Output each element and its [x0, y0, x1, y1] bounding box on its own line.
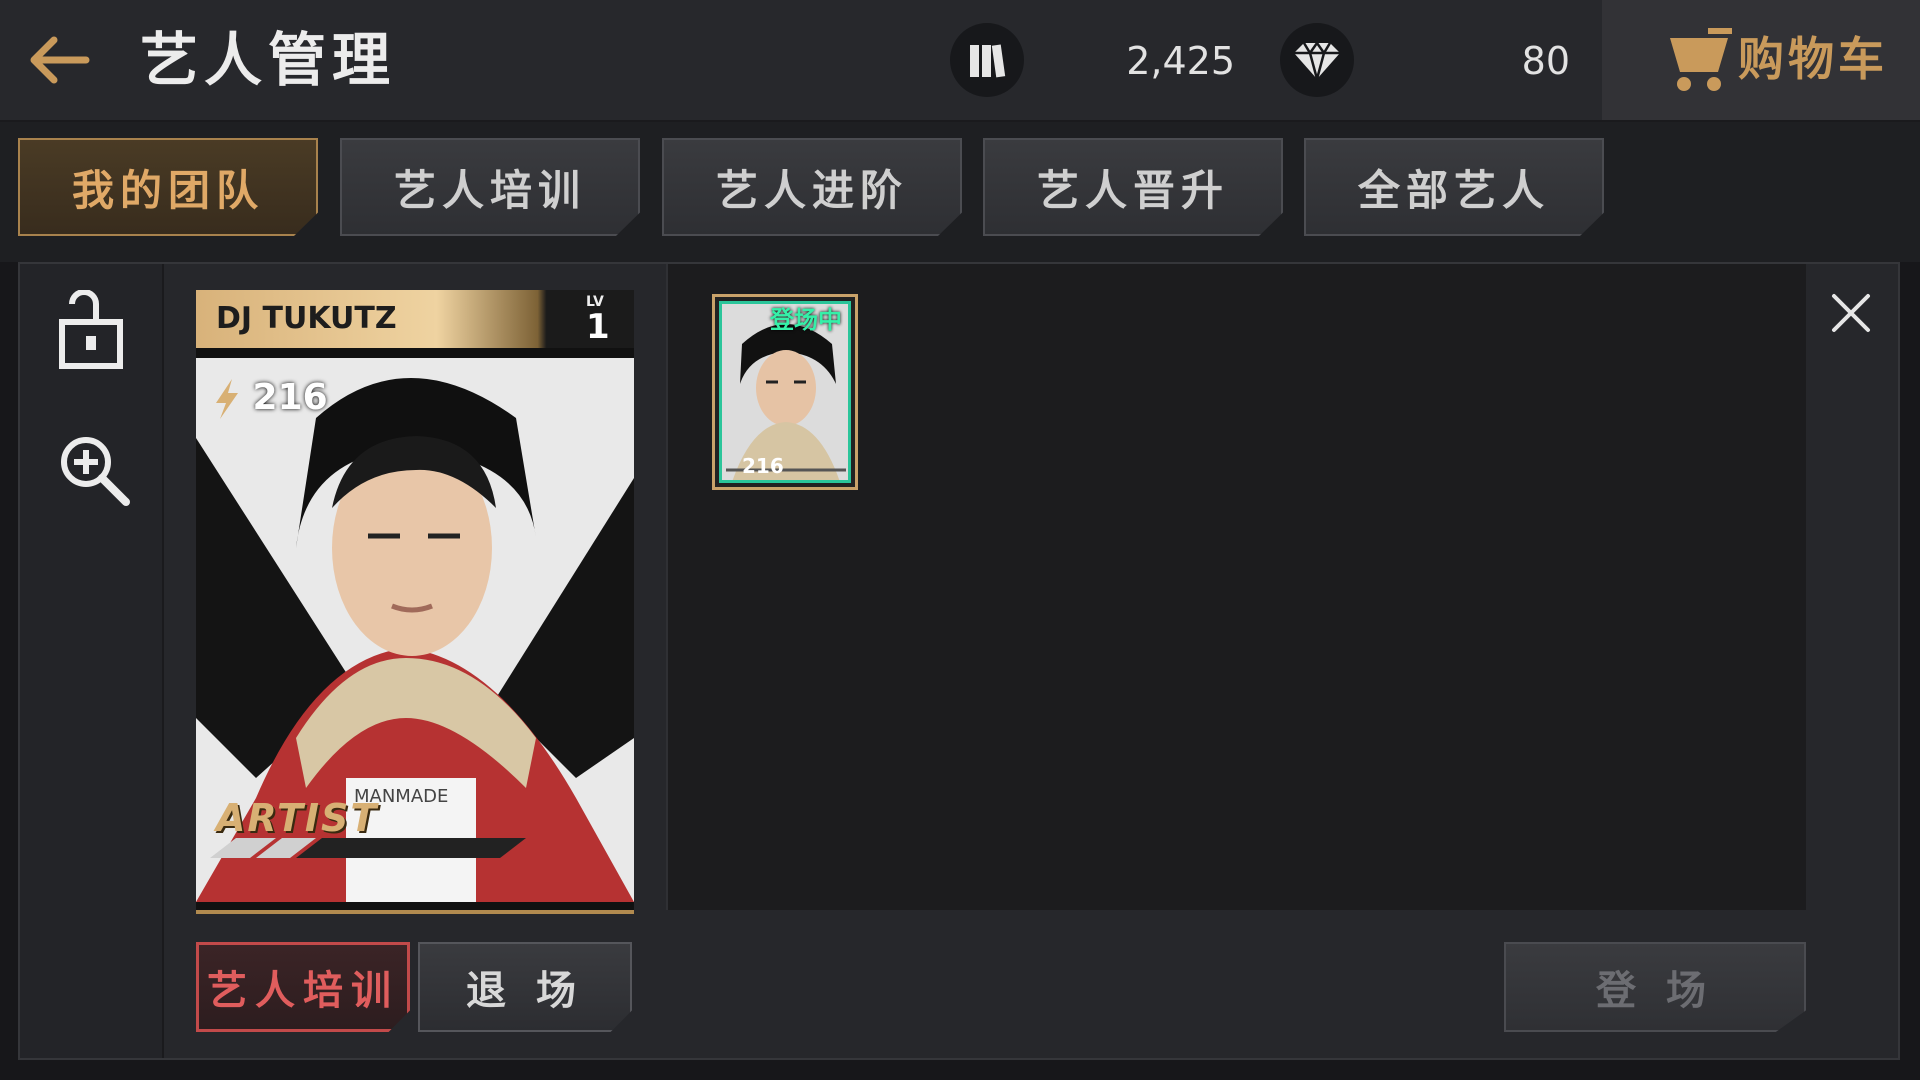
top-bar: 艺人管理 2,425 80 购物车	[0, 0, 1920, 122]
debut-button[interactable]: 登 场	[1504, 942, 1806, 1032]
lightning-icon	[216, 379, 238, 419]
roster-grid: 登场中 216	[666, 264, 1806, 910]
zoom-in-icon[interactable]	[56, 432, 132, 508]
cards-currency-icon-circle	[950, 23, 1024, 97]
stat-2-value: 80	[1521, 39, 1570, 83]
close-icon[interactable]	[1826, 288, 1876, 338]
artist-card: DJ TUKUTZ LV 1 216 ARTIST MANMADE	[196, 290, 634, 914]
card-header: DJ TUKUTZ LV 1	[196, 290, 634, 348]
artist-detail-panel: DJ TUKUTZ LV 1 216 ARTIST MANMADE 艺人培训 退…	[18, 262, 1900, 1060]
artist-name: DJ TUKUTZ	[216, 301, 397, 336]
tab-bar: 我的团队 艺人培训 艺人进阶 艺人晋升 全部艺人	[0, 122, 1920, 262]
roster-card-frame: 登场中 216	[719, 301, 851, 483]
tab-my-team[interactable]: 我的团队	[18, 138, 318, 236]
level-value: 1	[586, 307, 610, 347]
cards-icon	[970, 44, 1006, 78]
shirt-text: MANMADE	[354, 786, 449, 807]
shopping-cart-button[interactable]: 购物车	[1602, 0, 1920, 120]
card-power: 216	[214, 376, 328, 420]
tab-artist-promotion[interactable]: 艺人晋升	[983, 138, 1283, 236]
artist-training-button[interactable]: 艺人培训	[196, 942, 410, 1032]
tab-artist-training[interactable]: 艺人培训	[340, 138, 640, 236]
diamond-currency-icon-circle	[1280, 23, 1354, 97]
back-button[interactable]	[24, 30, 94, 90]
panel-sidebar	[20, 264, 164, 1058]
tab-artist-advance[interactable]: 艺人进阶	[662, 138, 962, 236]
stat-1-value: 2,425	[1126, 39, 1235, 83]
cart-label: 购物车	[1738, 32, 1888, 86]
roster-status: 登场中	[770, 306, 842, 334]
back-arrow-icon	[30, 36, 90, 84]
page-title: 艺人管理	[140, 26, 397, 94]
diamond-icon	[1294, 40, 1340, 80]
unlock-icon[interactable]	[56, 290, 126, 370]
tab-all-artists[interactable]: 全部艺人	[1304, 138, 1604, 236]
roster-card[interactable]: 登场中 216	[712, 294, 858, 490]
exit-stage-button[interactable]: 退 场	[418, 942, 632, 1032]
power-value: 216	[252, 377, 328, 418]
cart-icon	[1660, 28, 1732, 91]
roster-power: 216	[742, 454, 784, 478]
